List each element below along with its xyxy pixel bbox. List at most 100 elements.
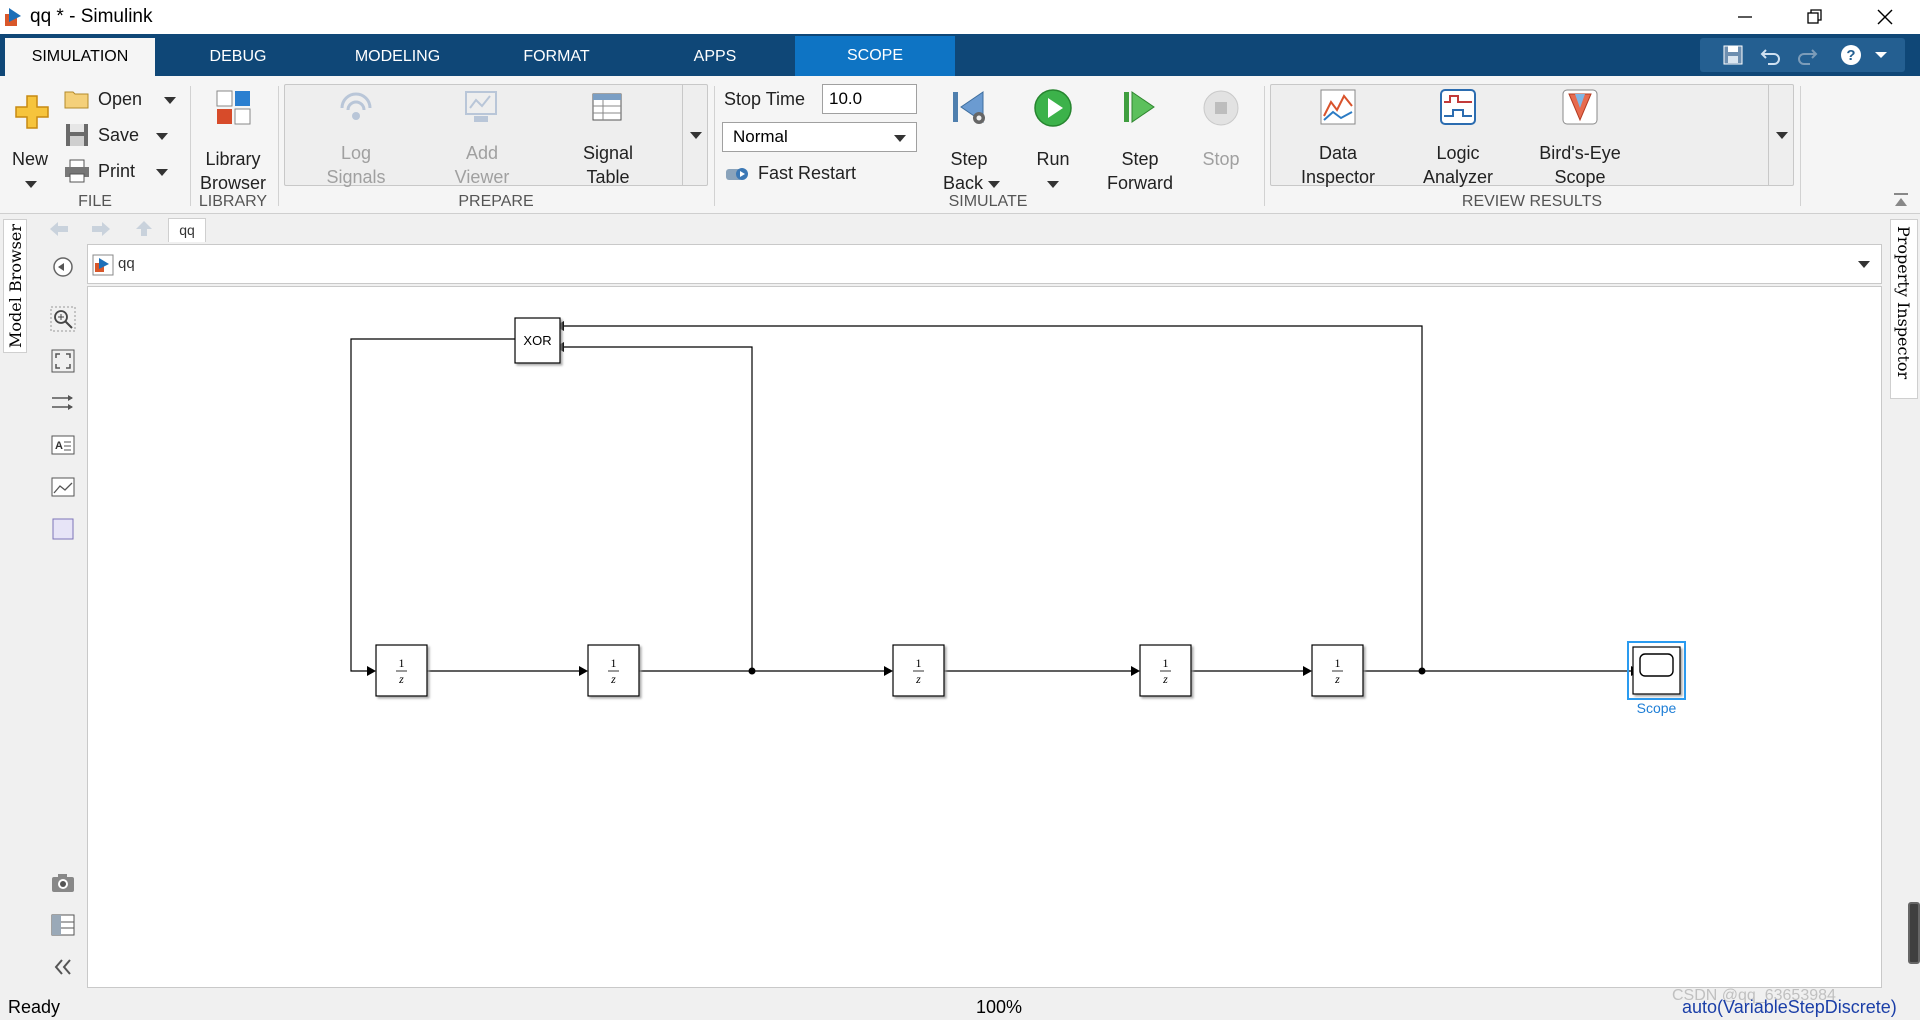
arrowhead	[1131, 666, 1140, 676]
close-button[interactable]	[1850, 0, 1920, 34]
step-forward-label-line2: Forward	[1106, 173, 1173, 193]
window-title: qq * - Simulink	[30, 6, 153, 27]
tab-simulation[interactable]: SIMULATION	[5, 38, 155, 76]
xor-output-line[interactable]	[350, 338, 515, 672]
unit-delay-block-3[interactable]: 1 z	[892, 644, 945, 697]
arrowhead	[884, 666, 893, 676]
camera-icon[interactable]	[50, 870, 76, 896]
zoom-level: 100%	[976, 997, 1023, 1017]
scope-block[interactable]: Scope	[1627, 641, 1686, 716]
collapse-panel-icon[interactable]	[50, 954, 76, 980]
delay-denominator: z	[1162, 672, 1168, 686]
printer-icon	[65, 159, 89, 183]
birds-eye-scope-button[interactable]: Bird's-Eye Scope	[1530, 86, 1630, 187]
unit-delay-block-5[interactable]: 1 z	[1311, 644, 1364, 697]
tab-modeling[interactable]: MODELING	[330, 38, 465, 76]
add-viewer-button[interactable]: Add Viewer	[432, 86, 532, 187]
help-icon[interactable]: ?	[1838, 42, 1864, 68]
feedback-line-2[interactable]	[555, 325, 1423, 671]
step-back-button[interactable]: Step Back	[934, 86, 1004, 193]
delay-denominator: z	[1334, 672, 1340, 686]
logic-analyzer-button[interactable]: Logic Analyzer	[1410, 86, 1506, 187]
signal-table-icon	[592, 93, 622, 121]
save-button[interactable]: Save	[62, 122, 172, 150]
data-inspector-button[interactable]: Data Inspector	[1290, 86, 1386, 187]
back-arrow-icon[interactable]	[48, 220, 70, 238]
new-button[interactable]: New	[6, 86, 54, 188]
fast-restart-toggle[interactable]: Fast Restart	[722, 160, 862, 188]
tab-apps[interactable]: APPS	[650, 38, 780, 76]
step-forward-label-line1: Step	[1121, 149, 1159, 169]
signal-routing-icon[interactable]	[50, 390, 76, 416]
signal-table-label-line1: Signal	[582, 143, 634, 163]
minimize-icon	[1738, 16, 1752, 18]
model-data-editor-icon[interactable]	[50, 912, 76, 938]
run-play-icon	[1034, 89, 1072, 127]
print-label: Print	[98, 161, 136, 181]
delay-denominator: z	[398, 672, 404, 686]
model-canvas[interactable]: XOR 1 z 1 z 1 z 1 z 1 z Scope	[87, 286, 1882, 988]
chevron-down-icon	[894, 135, 906, 142]
signal-arrows	[367, 321, 1640, 676]
add-viewer-label-line1: Add	[465, 143, 499, 163]
simulink-window: qq * - Simulink SIMULATION DEBUG MODELIN…	[0, 0, 1920, 1020]
log-signals-button[interactable]: Log Signals	[306, 86, 406, 187]
step-back-dropdown-icon	[988, 181, 1000, 188]
review-expand-button[interactable]	[1768, 84, 1794, 186]
birds-eye-label-line1: Bird's-Eye	[1539, 143, 1621, 163]
step-back-label-line1: Step	[950, 149, 988, 169]
breadcrumb-tab[interactable]: qq	[168, 218, 206, 242]
library-browser-button[interactable]: Library Browser	[196, 86, 270, 193]
fast-restart-icon	[726, 168, 748, 180]
unit-delay-block-4[interactable]: 1 z	[1139, 644, 1192, 697]
property-inspector-tab[interactable]: Property Inspector	[1890, 219, 1918, 399]
chevron-down-icon	[1776, 132, 1788, 139]
model-address-bar[interactable]: qq	[87, 244, 1882, 284]
minimize-button[interactable]	[1710, 0, 1780, 34]
redo-icon[interactable]	[1794, 42, 1820, 68]
undo-icon[interactable]	[1758, 42, 1784, 68]
feedback-line-1[interactable]	[555, 346, 753, 671]
tab-debug[interactable]: DEBUG	[172, 38, 304, 76]
zoom-in-icon[interactable]	[50, 306, 76, 332]
tab-format[interactable]: FORMAT	[490, 38, 623, 76]
solver-link[interactable]: auto(VariableStepDiscrete)	[1682, 997, 1897, 1018]
collapse-ribbon-icon[interactable]	[1892, 192, 1910, 208]
print-button[interactable]: Print	[62, 158, 172, 186]
area-icon[interactable]	[50, 516, 76, 542]
signal-table-button[interactable]: Signal Table	[558, 86, 658, 187]
xor-block[interactable]: XOR	[514, 317, 561, 364]
save-icon[interactable]	[1720, 42, 1746, 68]
model-browser-tab[interactable]: Model Browser	[3, 219, 27, 353]
delay-numerator: 1	[1335, 656, 1341, 670]
stop-time-input[interactable]	[822, 84, 917, 114]
forward-arrow-icon[interactable]	[90, 220, 112, 238]
ribbon-separator	[190, 86, 191, 206]
prepare-expand-button[interactable]	[682, 84, 708, 186]
help-dropdown-icon[interactable]	[1868, 42, 1894, 68]
navigation-row	[34, 214, 1884, 242]
restore-icon	[1807, 9, 1822, 24]
simulate-section-label: SIMULATE	[948, 193, 1028, 210]
simulation-mode-select[interactable]: Normal	[722, 122, 917, 152]
unit-delay-block-1[interactable]: 1 z	[375, 644, 428, 697]
restore-button[interactable]	[1780, 0, 1850, 34]
annotation-icon[interactable]: A	[50, 432, 76, 458]
up-arrow-icon[interactable]	[134, 219, 154, 237]
fit-to-view-icon[interactable]	[50, 348, 76, 374]
stop-button[interactable]: Stop	[1186, 86, 1256, 186]
open-button[interactable]: Open	[62, 86, 182, 114]
address-dropdown-icon[interactable]	[1858, 261, 1870, 268]
hide-show-browser-icon[interactable]	[50, 254, 76, 280]
image-icon[interactable]	[50, 474, 76, 500]
delay-numerator: 1	[399, 656, 405, 670]
branch-point	[1418, 667, 1426, 675]
step-forward-button[interactable]: Step Forward	[1100, 86, 1180, 193]
tab-scope[interactable]: SCOPE	[795, 36, 955, 76]
ribbon-separator	[278, 86, 279, 206]
run-button[interactable]: Run	[1018, 86, 1088, 188]
model-browser-label: Model Browser	[6, 224, 25, 348]
close-icon	[1877, 9, 1893, 25]
unit-delay-block-2[interactable]: 1 z	[587, 644, 640, 697]
ribbon-tab-bar: SIMULATION DEBUG MODELING FORMAT APPS SC…	[0, 34, 1920, 76]
